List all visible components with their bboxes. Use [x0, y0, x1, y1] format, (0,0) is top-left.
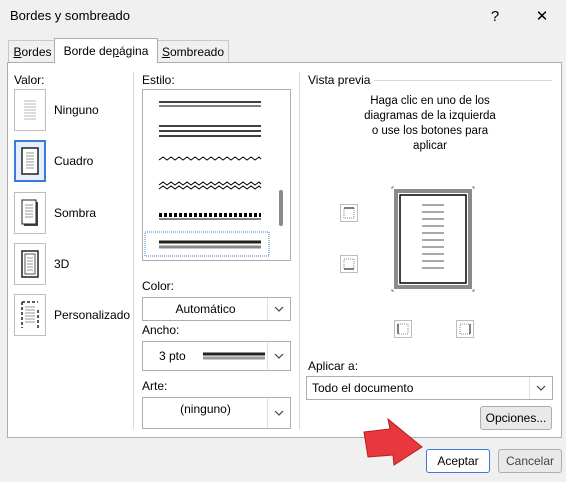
right-border-button[interactable]	[456, 320, 474, 338]
3d-border-icon	[14, 243, 46, 285]
setting-box-label: Cuadro	[54, 154, 94, 168]
art-label: Arte:	[142, 379, 168, 393]
cancel-button[interactable]: Cancelar	[498, 449, 562, 473]
preview-hint: Haga clic en uno de los diagramas de la …	[364, 95, 496, 152]
red-arrow-icon	[362, 417, 424, 470]
top-border-button[interactable]	[340, 204, 358, 222]
art-value: (ninguno)	[180, 402, 231, 416]
bottom-border-button[interactable]	[340, 255, 358, 273]
apply-value: Todo el documento	[312, 381, 414, 395]
width-sample-icon	[203, 352, 265, 360]
chevron-down-icon	[267, 342, 290, 370]
setting-none-label: Ninguno	[54, 103, 99, 117]
chevron-down-icon	[267, 398, 290, 428]
setting-shadow-label: Sombra	[54, 206, 97, 220]
window-title: Bordes y sombreado	[10, 8, 130, 23]
setting-shadow[interactable]: Sombra	[14, 192, 96, 234]
style-samples	[144, 101, 270, 257]
style-listbox[interactable]	[142, 89, 291, 261]
width-dropdown[interactable]: 3 pto	[142, 341, 291, 371]
options-button[interactable]: Opciones...	[480, 406, 552, 430]
tab-bordes[interactable]: Bordes	[8, 40, 57, 62]
chevron-down-icon	[529, 377, 552, 399]
style-scrollbar[interactable]	[275, 90, 288, 258]
setting-3d[interactable]: 3D	[14, 243, 69, 285]
apply-dropdown[interactable]: Todo el documento	[306, 376, 553, 400]
left-border-button[interactable]	[394, 320, 412, 338]
preview-label: Vista previa	[308, 73, 371, 87]
ok-button[interactable]: Aceptar	[426, 449, 490, 473]
custom-border-icon	[14, 294, 46, 336]
setting-none[interactable]: Ninguno	[14, 89, 99, 131]
box-border-icon	[14, 140, 46, 182]
art-dropdown[interactable]: (ninguno)	[142, 397, 291, 429]
none-border-icon	[14, 89, 46, 131]
setting-3d-label: 3D	[54, 257, 70, 271]
color-label: Color:	[142, 279, 175, 293]
width-label: Ancho:	[142, 323, 180, 337]
divider-left	[133, 72, 134, 429]
color-value: Automático	[175, 302, 236, 316]
tab-borde-de-pagina[interactable]: Borde de p ágina	[54, 38, 158, 63]
chevron-down-icon	[267, 298, 290, 320]
apply-label: Aplicar a:	[308, 359, 359, 373]
style-label: Estilo:	[142, 73, 175, 87]
preview-divider	[374, 80, 552, 81]
divider-right	[299, 72, 300, 429]
title-bar: Bordes y sombreado ? ✕	[0, 0, 566, 32]
shadow-border-icon	[14, 192, 46, 234]
close-button[interactable]: ✕	[527, 4, 557, 28]
help-button[interactable]: ?	[480, 4, 510, 28]
style-scroll-thumb[interactable]	[279, 190, 283, 226]
tab-sombreado[interactable]: Sombreado	[157, 40, 229, 62]
setting-custom[interactable]: Personalizado	[14, 294, 130, 336]
preview-page[interactable]	[388, 183, 478, 295]
setting-custom-label: Personalizado	[54, 308, 131, 322]
setting-label: Valor:	[14, 73, 45, 87]
color-dropdown[interactable]: Automático	[142, 297, 291, 321]
setting-box[interactable]: Cuadro	[14, 140, 93, 182]
width-value: 3 pto	[159, 349, 186, 363]
